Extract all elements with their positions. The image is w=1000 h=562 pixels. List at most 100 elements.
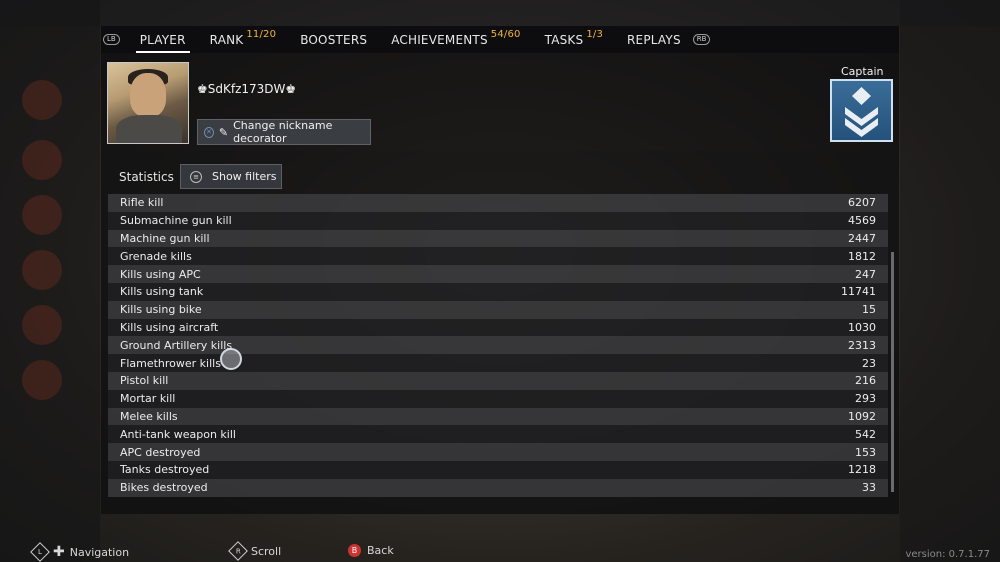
gamepad-cursor-icon	[220, 348, 242, 370]
stat-name: Kills using tank	[120, 285, 204, 299]
rank-chevron-svg	[845, 87, 878, 137]
stat-row: Pistol kill 216	[108, 371, 888, 390]
stat-row: Mortar kill 293	[108, 389, 888, 408]
player-nickname: ♚SdKfz173DW♚	[197, 82, 297, 96]
stat-name: Machine gun kill	[120, 231, 210, 245]
tab-boosters[interactable]: BOOSTERS	[288, 26, 379, 53]
statistics-section: Statistics ≡ Show filters Rifle kill 6207…	[101, 151, 899, 514]
stat-row: Melee kills 1092	[108, 407, 888, 426]
tab-replays[interactable]: REPLAYS	[615, 26, 693, 53]
tab-label: RANK	[209, 32, 244, 47]
statistics-list[interactable]: Rifle kill 6207 Submachine gun kill 4569 M…	[108, 194, 888, 498]
stat-row: Submachine gun kill 4569	[108, 211, 888, 230]
stat-name: Tanks destroyed	[120, 463, 210, 477]
stat-row: Kills using tank 11741	[108, 282, 888, 301]
footer-hints: L ✚ Navigation R Scroll B Back version: …	[0, 540, 1000, 562]
background-slot-icon	[22, 80, 62, 120]
pencil-icon: ✎	[218, 125, 229, 139]
stat-name: Rifle kill	[120, 196, 164, 210]
stat-name: Submachine gun kill	[120, 214, 232, 228]
stat-row: Kills using bike 15	[108, 300, 888, 319]
scroll-label: Scroll	[251, 544, 282, 558]
statistics-label: Statistics	[119, 170, 174, 184]
stat-row: Kills using APC 247	[108, 265, 888, 283]
gamepad-x-icon: ✕	[204, 126, 214, 138]
version-label: version: 0.7.1.77	[905, 549, 990, 560]
tab-badge: 54/60	[490, 29, 521, 40]
stat-name: Melee kills	[120, 409, 178, 423]
stat-value: 23	[862, 356, 876, 370]
stat-name: Ground Artillery kills	[120, 338, 233, 352]
stat-value: 247	[855, 267, 876, 281]
background-slot-icon	[22, 250, 62, 290]
tab-rank[interactable]: RANK 11/20	[198, 26, 289, 53]
stat-row: APC destroyed 153	[108, 443, 888, 461]
stat-value: 1218	[848, 463, 876, 477]
navigation-label: Navigation	[69, 545, 130, 559]
left-stick-icon: L	[30, 542, 50, 562]
navigation-hint: L ✚ Navigation	[30, 542, 130, 562]
stat-value: 216	[855, 374, 876, 388]
stat-row: Grenade kills 1812	[108, 247, 888, 266]
back-hint[interactable]: B Back	[348, 544, 394, 557]
change-decorator-label: Change nickname decorator	[233, 119, 333, 145]
stat-value: 11741	[841, 285, 876, 299]
stat-name: Anti-tank weapon kill	[120, 427, 236, 441]
stat-name: APC destroyed	[120, 445, 201, 459]
show-filters-label: Show filters	[212, 170, 277, 183]
stat-value: 2313	[848, 338, 876, 352]
stat-name: Pistol kill	[120, 374, 169, 388]
stat-value: 4569	[848, 214, 876, 228]
statistics-scrollbar[interactable]	[891, 252, 894, 492]
stat-value: 2447	[848, 231, 876, 245]
background-slot-icon	[22, 360, 62, 400]
tab-bar: LB PLAYER RANK 11/20 BOOSTERS ACHIEVEMENT…	[101, 26, 899, 53]
stat-name: Flamethrower kills	[120, 356, 221, 370]
lb-bumper-icon: LB	[103, 34, 120, 45]
stat-name: Kills using bike	[120, 303, 202, 317]
stat-name: Bikes destroyed	[120, 481, 208, 495]
background-left-sidebar	[0, 0, 100, 562]
right-stick-icon: R	[228, 541, 248, 561]
stat-row: Anti-tank weapon kill 542	[108, 425, 888, 444]
scroll-hint: R Scroll	[228, 541, 282, 561]
rank-chevron-icon	[830, 79, 893, 142]
tab-label: TASKS	[544, 32, 584, 47]
tab-tasks[interactable]: TASKS 1/3	[533, 26, 615, 53]
stat-value: 153	[855, 445, 876, 459]
stat-row: Bikes destroyed 33	[108, 478, 888, 497]
tab-label: BOOSTERS	[300, 32, 368, 47]
stat-value: 542	[855, 427, 876, 441]
stat-name: Grenade kills	[120, 249, 192, 263]
player-avatar	[107, 62, 189, 144]
rank-title: Captain	[841, 65, 884, 78]
filter-icon: ≡	[190, 170, 202, 183]
tab-label: ACHIEVEMENTS	[391, 32, 488, 47]
dpad-icon: ✚	[53, 544, 65, 560]
background-right-sidebar	[900, 0, 1000, 562]
stat-value: 33	[862, 481, 876, 495]
profile-panel: LB PLAYER RANK 11/20 BOOSTERS ACHIEVEMENT…	[101, 26, 899, 514]
stat-row: Machine gun kill 2447	[108, 229, 888, 248]
stat-value: 6207	[848, 196, 876, 210]
stat-name: Kills using aircraft	[120, 320, 219, 334]
stat-value: 293	[855, 392, 876, 406]
avatar-face	[130, 73, 166, 117]
tab-player[interactable]: PLAYER	[128, 26, 198, 53]
stat-row: Tanks destroyed 1218	[108, 460, 888, 479]
stat-value: 15	[862, 303, 876, 317]
tab-achievements[interactable]: ACHIEVEMENTS 54/60	[379, 26, 532, 53]
background-slot-icon	[22, 140, 62, 180]
back-label: Back	[367, 544, 394, 557]
stat-value: 1030	[848, 320, 876, 334]
background-slot-icon	[22, 195, 62, 235]
change-decorator-button[interactable]: ✕ ✎ Change nickname decorator	[197, 119, 371, 145]
background-slot-icon	[22, 305, 62, 345]
tab-badge: 1/3	[586, 29, 604, 40]
rb-bumper-icon: RB	[692, 34, 711, 45]
stat-name: Kills using APC	[120, 267, 201, 281]
tab-badge: 11/20	[246, 29, 277, 40]
stat-value: 1812	[848, 249, 876, 263]
show-filters-button[interactable]: ≡ Show filters	[180, 164, 282, 189]
stat-row: Kills using aircraft 1030	[108, 318, 888, 337]
